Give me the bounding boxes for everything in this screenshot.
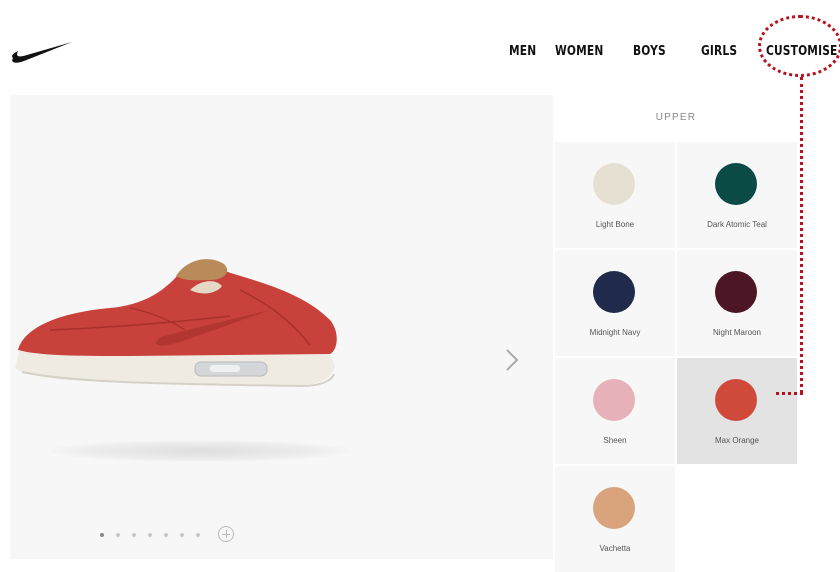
product-stage [10, 95, 553, 559]
swatch-midnight-navy[interactable]: Midnight Navy [555, 250, 675, 356]
panel-title: UPPER [655, 112, 697, 123]
swatch-vachetta[interactable]: Vachetta [555, 466, 675, 572]
swatch-circle [593, 163, 635, 205]
carousel-dot[interactable] [116, 533, 120, 537]
carousel-dot[interactable] [100, 533, 104, 537]
swatch-circle [715, 379, 757, 421]
swatch-label: Light Bone [595, 220, 635, 229]
nav-item-women[interactable]: WOMEN [555, 44, 603, 59]
nav-item-men[interactable]: MEN [509, 44, 536, 59]
customise-highlight-ring [758, 15, 840, 77]
highlight-connector-line [776, 392, 803, 395]
swatch-night-maroon[interactable]: Night Maroon [677, 250, 797, 356]
nav-item-boys[interactable]: BOYS [633, 44, 666, 59]
swatch-label: Dark Atomic Teal [707, 220, 767, 229]
swatch-circle [715, 163, 757, 205]
shoe-shadow [50, 440, 350, 462]
swatch-circle [593, 379, 635, 421]
customise-panel: UPPER Light Bone Dark Atomic Teal Midnig… [555, 95, 797, 572]
nav-item-girls[interactable]: GIRLS [701, 44, 737, 59]
chevron-right-icon[interactable] [502, 345, 522, 375]
swatch-circle [593, 487, 635, 529]
swatch-label: Night Maroon [712, 328, 762, 337]
swatch-label: Max Orange [714, 436, 760, 445]
swatch-label: Sheen [603, 436, 627, 445]
swatch-sheen[interactable]: Sheen [555, 358, 675, 464]
swatch-dark-atomic-teal[interactable]: Dark Atomic Teal [677, 142, 797, 248]
carousel-dot[interactable] [164, 533, 168, 537]
swatch-circle [593, 271, 635, 313]
carousel-dot[interactable] [148, 533, 152, 537]
swatch-max-orange[interactable]: Max Orange [677, 358, 797, 464]
site-header: MEN WOMEN BOYS GIRLS CUSTOMISE [0, 0, 840, 90]
swatch-label: Midnight Navy [589, 328, 641, 337]
swatch-circle [715, 271, 757, 313]
carousel-dot[interactable] [180, 533, 184, 537]
shoe-image [15, 259, 337, 388]
swoosh-logo-icon[interactable] [10, 36, 74, 64]
carousel-dot[interactable] [132, 533, 136, 537]
swatch-light-bone[interactable]: Light Bone [555, 142, 675, 248]
carousel-dot[interactable] [196, 533, 200, 537]
highlight-connector-line [800, 77, 803, 393]
plus-circle-icon[interactable] [218, 526, 234, 542]
swatch-label: Vachetta [599, 544, 631, 553]
